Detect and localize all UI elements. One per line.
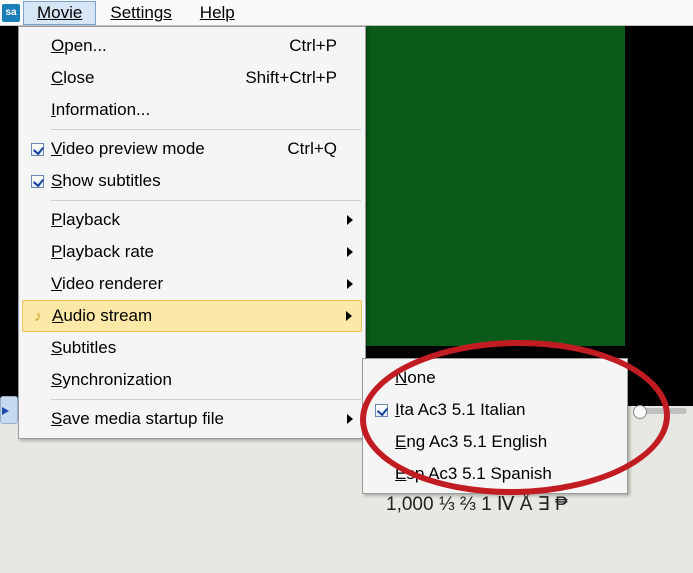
menubar-item-movie[interactable]: Movie bbox=[23, 1, 96, 25]
menu-item-subtitles[interactable]: Subtitles bbox=[21, 332, 363, 364]
menu-item-label: Synchronization bbox=[51, 370, 343, 390]
music-note-icon: ♪ bbox=[34, 308, 42, 325]
menu-item-video-preview-mode[interactable]: Video preview modeCtrl+Q bbox=[21, 133, 363, 165]
menu-item-synchronization[interactable]: Synchronization bbox=[21, 364, 363, 396]
menu-item-label: Playback rate bbox=[51, 242, 343, 262]
menu-item-label: Subtitles bbox=[51, 338, 343, 358]
submenu-item-label: Eng Ac3 5.1 English bbox=[395, 432, 619, 452]
submenu-arrow-icon bbox=[346, 311, 352, 321]
submenu-item-label: Esp Ac3 5.1 Spanish bbox=[395, 464, 619, 484]
seek-slider[interactable] bbox=[639, 408, 687, 414]
menubar-item-settings[interactable]: Settings bbox=[96, 1, 185, 25]
menu-item-video-renderer[interactable]: Video renderer bbox=[21, 268, 363, 300]
menu-item-label: Playback bbox=[51, 210, 343, 230]
play-icon bbox=[2, 407, 9, 415]
menu-item-label: Information... bbox=[51, 100, 343, 120]
menu-item-audio-stream[interactable]: ♪ Audio stream bbox=[22, 300, 362, 332]
menu-item-close[interactable]: CloseShift+Ctrl+P bbox=[21, 62, 363, 94]
submenu-item-eng-ac3-5-1-english[interactable]: Eng Ac3 5.1 English bbox=[365, 426, 625, 458]
menu-item-label: Open... bbox=[51, 36, 289, 56]
menubar-label: Help bbox=[200, 3, 235, 22]
sample-text: 1,000 ⅓ ⅔ 1 Ⅳ Å ∃ ₱ bbox=[386, 493, 568, 516]
checkbox-icon bbox=[31, 143, 44, 156]
audio-stream-submenu: None Ita Ac3 5.1 Italian Eng Ac3 5.1 Engli… bbox=[362, 358, 628, 494]
menu-item-show-subtitles[interactable]: Show subtitles bbox=[21, 165, 363, 197]
movie-menu: Open...Ctrl+PCloseShift+Ctrl+PInformatio… bbox=[18, 26, 366, 439]
submenu-arrow-icon bbox=[347, 215, 353, 225]
menu-item-playback-rate[interactable]: Playback rate bbox=[21, 236, 363, 268]
menu-separator bbox=[51, 399, 361, 400]
menu-item-label: Video renderer bbox=[51, 274, 343, 294]
menu-separator bbox=[51, 129, 361, 130]
menubar-label: Movie bbox=[37, 3, 82, 22]
menu-item-label: Show subtitles bbox=[51, 171, 343, 191]
checkbox-icon bbox=[375, 404, 388, 417]
menu-item-save-media-startup-file[interactable]: Save media startup file bbox=[21, 403, 363, 435]
submenu-item-label: Ita Ac3 5.1 Italian bbox=[395, 400, 619, 420]
menu-item-playback[interactable]: Playback bbox=[21, 204, 363, 236]
app-icon: sa bbox=[2, 4, 20, 22]
submenu-item-esp-ac3-5-1-spanish[interactable]: Esp Ac3 5.1 Spanish bbox=[365, 458, 625, 490]
menubar-item-help[interactable]: Help bbox=[186, 1, 249, 25]
submenu-item-none[interactable]: None bbox=[365, 362, 625, 394]
menu-item-information[interactable]: Information... bbox=[21, 94, 363, 126]
submenu-arrow-icon bbox=[347, 414, 353, 424]
submenu-arrow-icon bbox=[347, 279, 353, 289]
submenu-item-label: None bbox=[395, 368, 619, 388]
menu-item-label: Audio stream bbox=[52, 306, 342, 326]
menu-item-shortcut: Ctrl+Q bbox=[287, 139, 343, 159]
menu-separator bbox=[51, 200, 361, 201]
checkbox-icon bbox=[31, 175, 44, 188]
menubar: sa Movie Settings Help bbox=[0, 0, 693, 26]
menu-item-label: Save media startup file bbox=[51, 409, 343, 429]
menu-item-shortcut: Shift+Ctrl+P bbox=[245, 68, 343, 88]
menu-item-shortcut: Ctrl+P bbox=[289, 36, 343, 56]
menubar-label: Settings bbox=[110, 3, 171, 22]
menu-item-label: Close bbox=[51, 68, 245, 88]
submenu-item-ita-ac3-5-1-italian[interactable]: Ita Ac3 5.1 Italian bbox=[365, 394, 625, 426]
menu-item-open[interactable]: Open...Ctrl+P bbox=[21, 30, 363, 62]
menu-item-label: Video preview mode bbox=[51, 139, 287, 159]
submenu-arrow-icon bbox=[347, 247, 353, 257]
